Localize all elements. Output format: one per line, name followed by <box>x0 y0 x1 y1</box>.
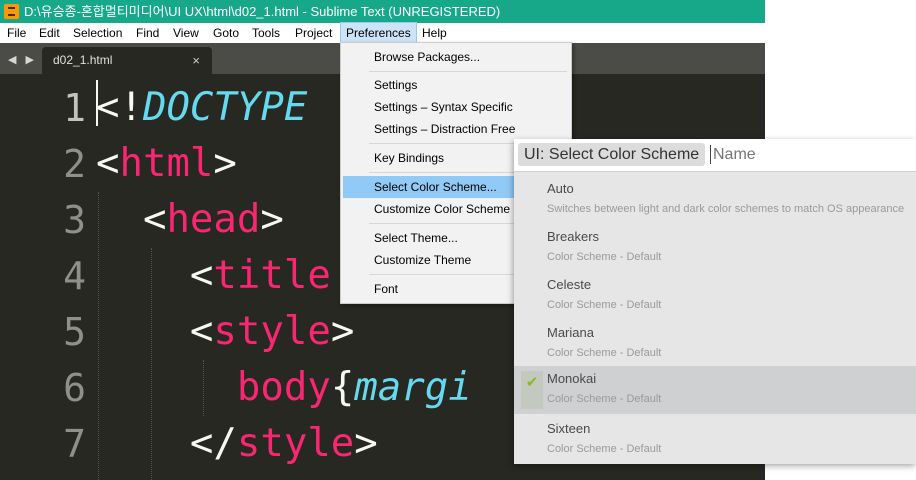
line-number: 1 <box>63 86 86 130</box>
code-line: body{margi <box>96 360 472 416</box>
code-token: > <box>213 141 237 186</box>
color-scheme-item-monokai[interactable]: ✔ Monokai Color Scheme - Default <box>514 366 916 414</box>
color-scheme-item-breakers[interactable]: Breakers Color Scheme - Default <box>514 224 916 272</box>
menu-bar: File Edit Selection Find View Goto Tools… <box>0 22 765 44</box>
color-scheme-item-auto[interactable]: Auto Switches between light and dark col… <box>514 176 916 224</box>
code-line: <!DOCTYPE <box>96 80 307 136</box>
code-token: </ <box>96 421 237 466</box>
window-title: D:\유승종-혼합멀티미디어\UI UX\html\d02_1.html - S… <box>24 4 501 19</box>
menu-preferences[interactable]: Preferences <box>340 22 417 44</box>
line-number: 6 <box>63 366 86 410</box>
code-token: head <box>166 197 261 242</box>
code-line: <style> <box>96 304 354 360</box>
item-name: Breakers <box>547 229 600 244</box>
menu-item-browse-packages[interactable]: Browse Packages... <box>341 46 571 68</box>
code-token: { <box>330 365 355 410</box>
menu-item-settings-distraction-free[interactable]: Settings – Distraction Free <box>341 118 571 140</box>
menu-edit[interactable]: Edit <box>33 23 66 43</box>
item-description: Switches between light and dark color sc… <box>547 203 905 215</box>
color-scheme-item-sixteen[interactable]: Sixteen Color Scheme - Default <box>514 416 916 464</box>
line-number: 7 <box>63 422 86 466</box>
menu-item-settings[interactable]: Settings <box>341 74 571 96</box>
code-line: <html> <box>96 136 237 192</box>
sublime-text-icon <box>4 4 19 19</box>
close-icon[interactable]: × <box>192 47 200 74</box>
check-icon: ✔ <box>521 371 543 409</box>
line-number: 4 <box>63 254 86 298</box>
menu-item-settings-syntax-specific[interactable]: Settings – Syntax Specific <box>341 96 571 118</box>
menu-selection[interactable]: Selection <box>67 23 128 43</box>
command-badge: UI: Select Color Scheme <box>518 143 706 166</box>
item-name: Celeste <box>547 277 592 292</box>
item-description: Color Scheme - Default <box>547 347 662 359</box>
item-name: Sixteen <box>547 421 591 436</box>
color-scheme-search-input[interactable] <box>713 143 903 166</box>
tab-d02-1-html[interactable]: d02_1.html × <box>42 47 212 74</box>
code-token: <! <box>96 85 143 130</box>
command-palette: UI: Select Color Scheme Auto Switches be… <box>514 139 916 464</box>
code-line: <title <box>96 248 331 304</box>
menu-tools[interactable]: Tools <box>246 23 286 43</box>
line-number: 2 <box>63 142 86 186</box>
menu-goto[interactable]: Goto <box>207 23 245 43</box>
code-token: > <box>330 309 355 354</box>
item-description: Color Scheme - Default <box>547 299 662 311</box>
menu-find[interactable]: Find <box>130 23 165 43</box>
item-description: Color Scheme - Default <box>547 443 662 455</box>
command-palette-header: UI: Select Color Scheme <box>514 139 916 172</box>
title-bar: D:\유승종-혼합멀티미디어\UI UX\html\d02_1.html - S… <box>0 0 765 23</box>
menu-project[interactable]: Project <box>289 23 338 43</box>
code-token: style <box>213 309 331 354</box>
code-token: > <box>260 197 284 242</box>
item-description: Color Scheme - Default <box>547 393 662 405</box>
code-token: body <box>236 365 331 410</box>
menu-help[interactable]: Help <box>416 23 453 43</box>
code-token: < <box>96 141 120 186</box>
code-token: title <box>213 253 331 298</box>
code-token: < <box>96 197 167 242</box>
code-token: style <box>236 421 355 466</box>
item-description: Color Scheme - Default <box>547 251 662 263</box>
tab-label: d02_1.html <box>53 53 113 67</box>
menu-view[interactable]: View <box>167 23 205 43</box>
code-token: DOCTYPE <box>142 85 308 130</box>
code-token: > <box>354 421 378 466</box>
code-token: html <box>119 141 214 186</box>
line-number: 5 <box>63 310 86 354</box>
line-number: 3 <box>63 198 86 242</box>
code-line: </style> <box>96 416 378 472</box>
item-name: Monokai <box>547 371 597 386</box>
color-scheme-item-mariana[interactable]: Mariana Color Scheme - Default <box>514 320 916 368</box>
item-name: Auto <box>547 181 574 196</box>
code-token: < <box>96 309 214 354</box>
item-name: Mariana <box>547 325 594 340</box>
menu-separator <box>369 71 567 72</box>
code-token: < <box>96 253 214 298</box>
input-caret <box>710 145 711 164</box>
menu-file[interactable]: File <box>1 23 32 43</box>
code-line: <head> <box>96 192 284 248</box>
tab-nav-arrows-icon[interactable]: ◀ ▶ <box>8 53 37 66</box>
color-scheme-item-celeste[interactable]: Celeste Color Scheme - Default <box>514 272 916 320</box>
code-token: margi <box>354 365 472 410</box>
